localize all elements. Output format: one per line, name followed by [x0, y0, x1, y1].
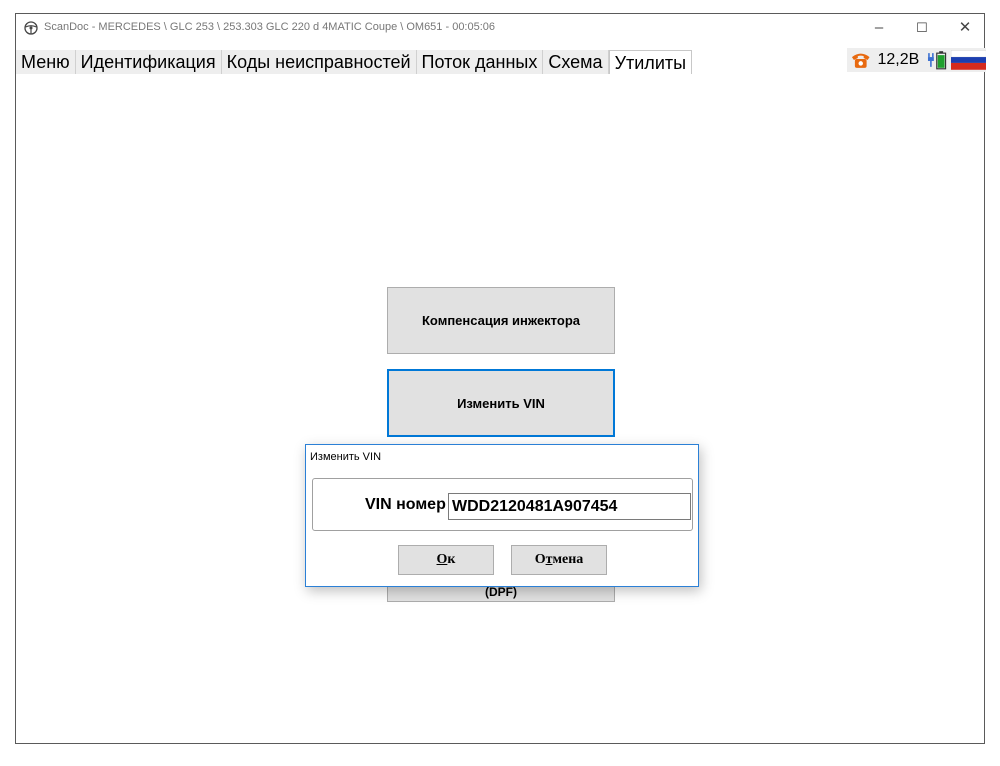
ok-mnemonic: О	[436, 552, 448, 567]
change-vin-dialog: Изменить VIN VIN номер Ок Отмена	[305, 444, 699, 587]
cancel-button[interactable]: Отмена	[511, 545, 607, 575]
window-title: ScanDoc - MERCEDES \ GLC 253 \ 253.303 G…	[44, 21, 496, 33]
cancel-first-letter: О	[534, 552, 546, 567]
vin-group: VIN номер	[312, 478, 693, 531]
russia-flag-icon	[950, 50, 986, 70]
vin-label: VIN номер	[365, 496, 446, 513]
tab-menu[interactable]: Меню	[16, 50, 76, 74]
vin-input[interactable]	[448, 493, 691, 520]
minimize-button[interactable]: –	[859, 17, 899, 39]
injector-compensation-button[interactable]: Компенсация инжектора	[387, 287, 615, 354]
tab-data-stream[interactable]: Поток данных	[416, 50, 544, 74]
status-panel: 12,2В	[847, 48, 986, 72]
close-button[interactable]: ✕	[945, 17, 985, 39]
change-vin-button[interactable]: Изменить VIN	[387, 369, 615, 437]
voltage-readout: 12,2В	[877, 51, 920, 68]
steering-wheel-icon	[24, 21, 38, 35]
tab-fault-codes[interactable]: Коды неисправностей	[221, 50, 417, 74]
maximize-button[interactable]: ☐	[902, 17, 942, 39]
plug-battery-icon	[928, 51, 947, 70]
dialog-title: Изменить VIN	[310, 451, 382, 463]
tab-utilities[interactable]: Утилиты	[608, 50, 693, 74]
tab-diagram[interactable]: Схема	[543, 50, 609, 74]
cancel-label-rest: мена	[552, 552, 584, 567]
tab-identification[interactable]: Идентификация	[75, 50, 222, 74]
title-bar: ScanDoc - MERCEDES \ GLC 253 \ 253.303 G…	[16, 14, 984, 42]
phone-icon	[851, 53, 870, 68]
ok-label-rest: к	[447, 552, 456, 567]
ok-button[interactable]: Ок	[398, 545, 494, 575]
tab-bar: Меню Идентификация Коды неисправностей П…	[16, 50, 693, 74]
